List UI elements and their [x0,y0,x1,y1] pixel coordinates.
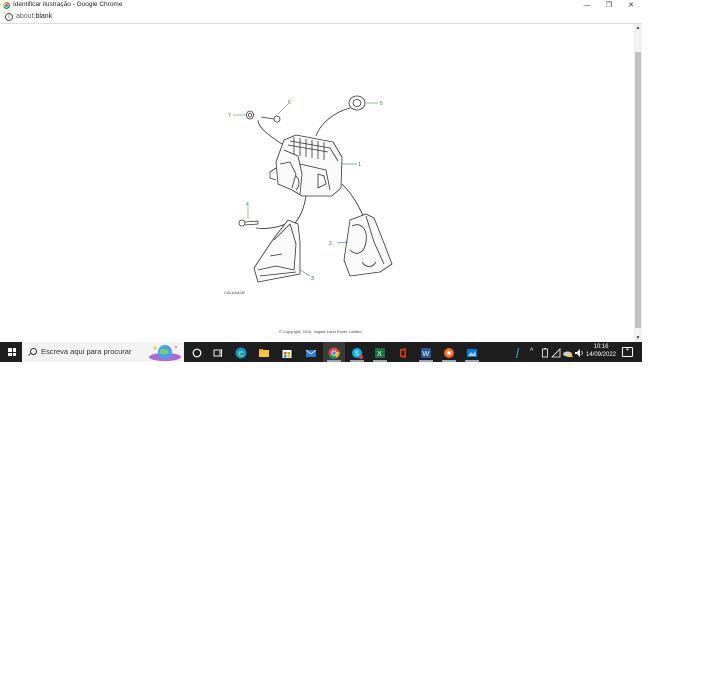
windows-logo-icon [8,348,16,356]
clock-date: 14/09/2022 [585,352,617,358]
taskbar: Escreva aqui para procurar S X W ^ 10:16… [0,342,642,362]
url-scheme: about: [16,13,36,20]
vertical-scrollbar[interactable]: ▲ ▼ [634,24,642,342]
office-icon[interactable] [397,346,409,358]
window-title: Identificar ilustração - Google Chrome [13,1,123,8]
connector-line [257,119,283,145]
parts-illustration: 1 2 3 4 5 6 7 [228,95,393,283]
part-1-housing [269,134,343,197]
photos-app-icon[interactable] [466,346,478,358]
excel-running-indicator [373,360,387,362]
connector-line [341,183,365,219]
part-7-clip [246,110,254,120]
url-text[interactable]: about:blank [16,13,52,20]
task-view-icon[interactable] [212,346,224,358]
callout-1[interactable]: 1 [358,162,361,168]
page-content: 1 2 3 4 5 6 7 CALAAA1B © Copyright, 2016… [0,24,634,342]
mail-icon[interactable] [305,346,317,358]
system-clock[interactable]: 10:16 14/09/2022 [584,343,618,359]
start-button[interactable] [0,342,22,362]
edge-browser-icon[interactable] [235,346,247,359]
chrome-icon [3,2,10,9]
clock-time: 10:16 [593,344,609,350]
skype-running-indicator [350,360,364,362]
notification-count: 4 [626,347,629,353]
screen: Identificar ilustração - Google Chrome —… [0,0,642,362]
connector-line [293,195,307,225]
wifi-icon[interactable] [550,346,562,358]
skype-icon[interactable]: S [351,346,363,359]
part-2-duct [343,213,393,277]
part-3-lower-duct [253,219,301,283]
part-5-grommet [348,95,366,111]
show-hidden-icons-chevron-up-icon[interactable]: ^ [530,346,533,358]
taskbar-search-box[interactable]: Escreva aqui para procurar [22,342,184,362]
scroll-up-arrow-icon[interactable]: ▲ [634,24,642,32]
close-button[interactable]: ✕ [620,0,642,11]
address-bar[interactable]: i about:blank [0,11,642,24]
minimize-button[interactable]: — [576,0,598,11]
chrome-running-indicator [327,360,341,362]
recorder-app-icon[interactable] [443,346,455,358]
pen-icon[interactable] [511,346,523,358]
search-icon [30,348,37,355]
svg-text:W: W [422,349,430,358]
callout-3[interactable]: 3 [311,276,314,282]
part-6-screw [260,115,281,123]
part-4-bolt [238,219,259,227]
figure-code: CALAAA1B [224,290,245,295]
cortana-icon[interactable] [191,346,203,358]
title-bar: Identificar ilustração - Google Chrome —… [0,0,642,11]
restore-button[interactable]: ❐ [598,0,620,11]
copyright-text: © Copyright, 2016, Jaguar Land Rover Lim… [279,329,362,334]
microsoft-store-icon[interactable] [281,346,293,358]
excel-icon[interactable]: X [374,346,386,358]
word-icon[interactable]: W [420,346,432,358]
callout-7[interactable]: 7 [228,113,231,119]
search-placeholder: Escreva aqui para procurar [41,347,132,356]
callout-2[interactable]: 2 [329,241,332,247]
callout-5[interactable]: 5 [380,101,383,107]
chrome-taskbar-icon[interactable] [328,346,340,359]
word-running-indicator [419,360,433,362]
search-highlight-globe-icon [149,345,181,361]
notification-center-icon[interactable]: 4 [622,347,633,357]
recorder-running-indicator [442,360,456,362]
info-icon[interactable]: i [5,13,13,21]
svg-text:S: S [355,351,360,358]
scroll-down-arrow-icon[interactable]: ▼ [634,334,642,342]
photos-running-indicator [465,360,479,362]
connector-line [315,107,351,137]
callout-6[interactable]: 6 [288,100,291,106]
scroll-thumb[interactable] [635,52,641,328]
callout-4[interactable]: 4 [246,202,249,208]
svg-text:X: X [377,349,382,358]
url-path: blank [35,13,53,20]
file-explorer-icon[interactable] [258,346,270,358]
